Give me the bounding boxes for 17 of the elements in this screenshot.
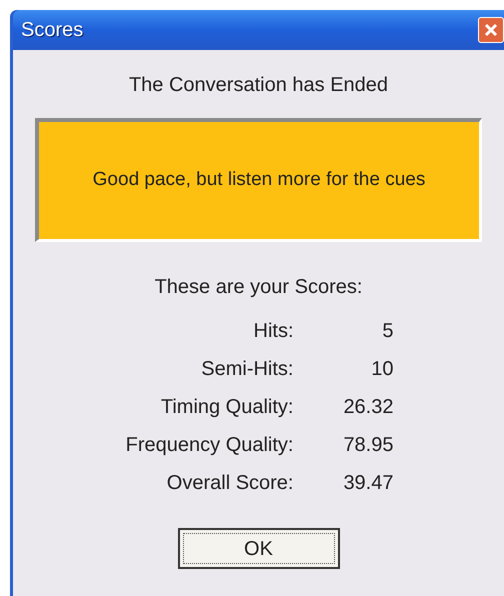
feedback-message: Good pace, but listen more for the cues xyxy=(92,168,426,192)
close-button[interactable] xyxy=(478,17,504,43)
close-icon xyxy=(483,22,499,38)
score-value: 39.47 xyxy=(342,471,394,494)
score-value: 10 xyxy=(370,357,394,380)
score-label: Overall Score: xyxy=(166,471,294,494)
score-label: Frequency Quality: xyxy=(124,433,294,456)
scores-title: These are your Scores: xyxy=(154,275,362,300)
score-value: 78.95 xyxy=(342,433,394,456)
ok-button[interactable]: OK xyxy=(178,528,340,569)
score-label: Hits: xyxy=(252,319,294,342)
dialog-heading: The Conversation has Ended xyxy=(128,73,388,98)
score-value: 5 xyxy=(381,319,394,342)
score-label: Semi-Hits: xyxy=(200,357,294,380)
window-title: Scores xyxy=(21,18,84,43)
score-value: 26.32 xyxy=(342,395,394,418)
score-label: Timing Quality: xyxy=(160,395,294,418)
